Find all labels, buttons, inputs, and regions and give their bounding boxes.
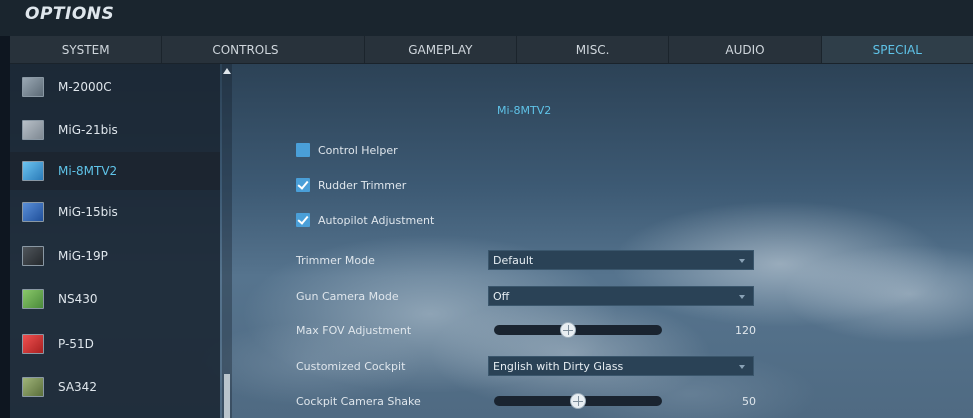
customized-cockpit-label: Customized Cockpit [296,360,406,373]
max-fov-value: 120 [735,324,756,337]
ns430-map-icon [22,289,44,309]
scroll-up-arrow-icon[interactable] [223,68,231,74]
sidebar-item-label: M-2000C [58,80,112,94]
module-title: Mi-8MTV2 [497,104,552,117]
mig19p-aircraft-icon [22,246,44,266]
autopilot-adjustment-checkbox[interactable]: Autopilot Adjustment [296,213,434,227]
tab-bar: SYSTEM CONTROLS GAMEPLAY MISC. AUDIO SPE… [10,36,973,64]
gun-camera-mode-label: Gun Camera Mode [296,290,399,303]
module-list-scrollbar[interactable] [222,64,232,418]
tab-audio[interactable]: AUDIO [669,36,822,63]
sidebar-item-label: SA342 [58,380,97,394]
customized-cockpit-select[interactable]: English with Dirty Glass [488,356,754,376]
max-fov-slider[interactable] [494,322,662,338]
sidebar-item-label: MiG-21bis [58,123,118,137]
sidebar-item-sa342[interactable]: SA342 [10,368,220,406]
sidebar-item-label: NS430 [58,292,98,306]
sidebar-item-mig19p[interactable]: MiG-19P [10,237,220,275]
gun-camera-mode-select[interactable]: Off [488,286,754,306]
select-value: English with Dirty Glass [493,360,624,373]
control-helper-checkbox[interactable]: Control Helper [296,143,398,157]
checkbox-label: Rudder Trimmer [318,178,407,192]
sidebar-item-label: MiG-19P [58,249,108,263]
m2000c-aircraft-icon [22,77,44,97]
select-value: Default [493,254,534,267]
trimmer-mode-select[interactable]: Default [488,250,754,270]
sidebar-item-mig15bis[interactable]: MiG-15bis [10,193,220,231]
sidebar-item-mi8mtv2[interactable]: Mi-8MTV2 [10,152,220,190]
tab-misc[interactable]: MISC. [517,36,670,63]
rudder-trimmer-checkbox[interactable]: Rudder Trimmer [296,178,406,192]
sidebar-item-label: Mi-8MTV2 [58,164,118,178]
mig15bis-aircraft-icon [22,202,44,222]
sidebar-item-p51d[interactable]: P-51D [10,325,220,363]
chevron-down-icon [739,365,745,369]
tab-gameplay[interactable]: GAMEPLAY [365,36,517,63]
cockpit-camera-shake-slider[interactable] [494,393,662,409]
title-bar: OPTIONS [0,0,973,36]
checkbox-box[interactable] [296,178,310,192]
mi8mtv2-helicopter-icon [22,161,44,181]
cockpit-camera-shake-label: Cockpit Camera Shake [296,395,421,408]
mig21bis-aircraft-icon [22,120,44,140]
max-fov-label: Max FOV Adjustment [296,324,412,337]
select-value: Off [493,290,510,303]
sidebar-item-ns430[interactable]: NS430 [10,280,220,318]
checkbox-box[interactable] [296,213,310,227]
tab-controls[interactable]: CONTROLS [162,36,365,63]
module-list: M-2000C MiG-21bis Mi-8MTV2 MiG-15bis MiG… [10,64,220,418]
tab-special[interactable]: SPECIAL [821,36,973,63]
checkbox-label: Autopilot Adjustment [318,213,435,227]
checkbox-box[interactable] [296,143,310,157]
options-content: M-2000C MiG-21bis Mi-8MTV2 MiG-15bis MiG… [10,64,973,418]
window-title: OPTIONS [25,4,115,24]
slider-knob[interactable] [570,393,586,409]
chevron-down-icon [739,259,745,263]
checkbox-label: Control Helper [318,143,398,157]
trimmer-mode-label: Trimmer Mode [296,254,375,267]
cockpit-camera-shake-value: 50 [742,395,756,408]
slider-knob[interactable] [559,322,576,338]
sa342-helicopter-icon [22,377,44,397]
chevron-down-icon [739,295,745,299]
scrollbar-thumb[interactable] [224,374,230,418]
sidebar-item-label: MiG-15bis [58,205,118,219]
p51d-aircraft-icon [22,334,44,354]
sidebar-item-mig21bis[interactable]: MiG-21bis [10,111,220,149]
sidebar-item-m2000c[interactable]: M-2000C [10,68,220,106]
tab-system[interactable]: SYSTEM [10,36,163,63]
sidebar-item-label: P-51D [58,337,94,351]
